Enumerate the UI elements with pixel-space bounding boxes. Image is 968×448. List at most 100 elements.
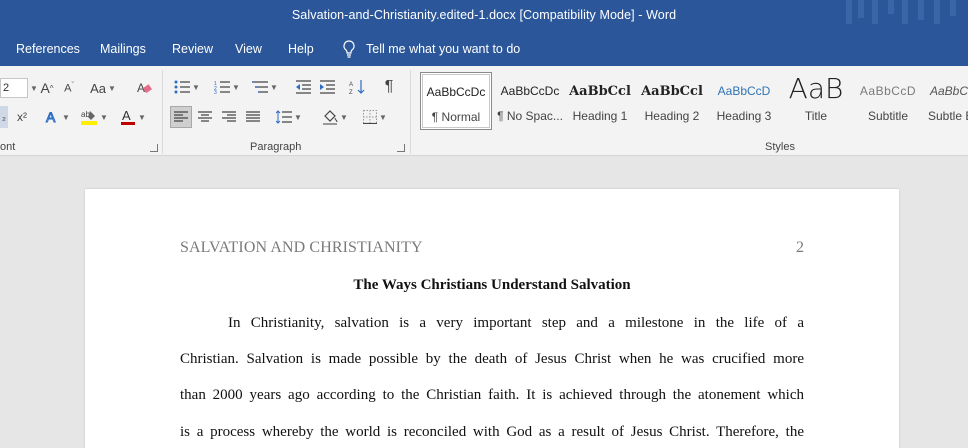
style-name: Subtle E bbox=[928, 109, 968, 123]
multilevel-list-icon bbox=[252, 81, 269, 93]
align-center-icon bbox=[198, 111, 212, 122]
style-sample: AaBbCcl bbox=[569, 84, 631, 99]
align-left-icon bbox=[174, 111, 188, 122]
svg-text:A: A bbox=[122, 108, 131, 123]
style-sample: AaBbC bbox=[930, 84, 968, 98]
style-sample: AaB bbox=[788, 72, 844, 105]
paragraph-line: In Christianity, salvation is a very imp… bbox=[228, 315, 804, 331]
ribbon-separator bbox=[162, 70, 163, 154]
paragraph-line: than 2000 years ago according to the Chr… bbox=[180, 387, 804, 403]
paint-bucket-icon bbox=[323, 110, 338, 125]
paragraph-line: Christian. Salvation is made possible by… bbox=[180, 351, 804, 367]
tab-references[interactable]: References bbox=[16, 42, 80, 56]
tab-help[interactable]: Help bbox=[288, 42, 314, 56]
style-sample: AaBbCcDc bbox=[426, 85, 486, 99]
borders-icon bbox=[363, 110, 378, 124]
subscript-icon: ₂ bbox=[2, 111, 6, 123]
style-name: Heading 3 bbox=[716, 109, 772, 123]
increase-indent-button[interactable] bbox=[316, 76, 338, 98]
style-title[interactable]: AaB Title bbox=[780, 72, 852, 130]
style-sample: AaBbCcD bbox=[859, 84, 917, 98]
style-heading-2[interactable]: AaBbCcl Heading 2 bbox=[636, 72, 708, 130]
line-spacing-icon bbox=[276, 110, 293, 124]
menu-bar: References Mailings Review View Help Tel… bbox=[0, 32, 968, 66]
bullets-button[interactable]: ▼ bbox=[170, 76, 204, 98]
superscript-icon: x² bbox=[17, 110, 27, 124]
numbering-button[interactable]: 1 2 3 ▼ bbox=[210, 76, 244, 98]
lightbulb-icon bbox=[343, 40, 355, 58]
clear-formatting-button[interactable]: A bbox=[133, 78, 155, 98]
paragraph-line: is a process whereby the world is reconc… bbox=[180, 424, 804, 440]
highlight-button[interactable]: ab ▼ bbox=[78, 106, 110, 128]
line-spacing-button[interactable]: ▼ bbox=[272, 106, 306, 128]
subscript-button[interactable]: ₂ bbox=[0, 106, 8, 128]
styles-group-label: Styles bbox=[765, 141, 795, 153]
style-normal[interactable]: AaBbCcDc ¶ Normal bbox=[420, 72, 492, 130]
tell-me-search[interactable]: Tell me what you want to do bbox=[342, 40, 520, 58]
style-heading-3[interactable]: AaBbCcD Heading 3 bbox=[708, 72, 780, 130]
shading-button[interactable]: ▼ bbox=[318, 106, 352, 128]
text-effects-icon: A bbox=[46, 109, 57, 125]
decrease-indent-button[interactable] bbox=[292, 76, 314, 98]
style-sample: AaBbCcDc bbox=[500, 84, 560, 98]
align-left-button[interactable] bbox=[170, 106, 192, 128]
ribbon: 2 ▼ A^ Aˇ Aa▼ A ₂ x² A ▼ ab ▼ A ▼ ont bbox=[0, 66, 968, 156]
window-title: Salvation-and-Christianity.edited-1.docx… bbox=[291, 8, 677, 22]
increase-indent-icon bbox=[320, 80, 335, 94]
shrink-font-button[interactable]: Aˇ bbox=[58, 78, 80, 98]
page-number: 2 bbox=[796, 239, 804, 256]
font-color-button[interactable]: A ▼ bbox=[116, 106, 150, 128]
style-subtitle[interactable]: AaBbCcD Subtitle bbox=[852, 72, 924, 130]
style-no-spacing[interactable]: AaBbCcDc ¶ No Spac... bbox=[494, 72, 566, 130]
borders-button[interactable]: ▼ bbox=[358, 106, 392, 128]
style-subtle-emphasis[interactable]: AaBbC Subtle E bbox=[924, 72, 968, 130]
style-heading-1[interactable]: AaBbCcl Heading 1 bbox=[564, 72, 636, 130]
tab-review[interactable]: Review bbox=[172, 42, 213, 56]
style-name: Heading 2 bbox=[644, 109, 700, 123]
svg-text:A: A bbox=[46, 109, 56, 125]
font-dialog-launcher[interactable] bbox=[150, 144, 158, 152]
font-size-box[interactable]: 2 bbox=[0, 78, 28, 98]
paragraph-dialog-launcher[interactable] bbox=[397, 144, 405, 152]
shrink-font-icon: Aˇ bbox=[64, 81, 74, 95]
grow-font-icon: A bbox=[40, 80, 50, 96]
tell-me-text: Tell me what you want to do bbox=[366, 42, 521, 56]
show-formatting-marks-button[interactable]: ¶ bbox=[378, 76, 400, 98]
font-color-icon: A bbox=[121, 108, 136, 125]
style-name: Heading 1 bbox=[572, 109, 628, 123]
align-right-button[interactable] bbox=[218, 106, 240, 128]
tab-view[interactable]: View bbox=[235, 42, 262, 56]
justify-button[interactable] bbox=[242, 106, 264, 128]
text-effects-button[interactable]: A ▼ bbox=[42, 106, 72, 128]
styles-gallery: AaBbCcDc ¶ Normal AaBbCcDc ¶ No Spac... … bbox=[418, 72, 968, 134]
sort-icon: A Z bbox=[349, 80, 365, 95]
clear-formatting-icon: A bbox=[137, 81, 152, 95]
tab-mailings[interactable]: Mailings bbox=[100, 42, 146, 56]
bullets-icon bbox=[174, 80, 191, 94]
sort-button[interactable]: A Z bbox=[346, 76, 368, 98]
svg-text:A: A bbox=[349, 82, 353, 88]
align-center-button[interactable] bbox=[194, 106, 216, 128]
numbering-icon: 1 2 3 bbox=[214, 81, 231, 94]
title-bar-decoration bbox=[838, 0, 968, 32]
style-sample: AaBbCcD bbox=[717, 84, 771, 98]
ribbon-separator bbox=[410, 70, 411, 154]
change-case-button[interactable]: Aa ▼ bbox=[87, 78, 119, 98]
style-sample: AaBbCcl bbox=[641, 84, 703, 99]
superscript-button[interactable]: x² bbox=[12, 106, 32, 128]
multilevel-list-button[interactable]: ▼ bbox=[248, 76, 282, 98]
document-page[interactable]: SALVATION AND CHRISTIANITY 2 The Ways Ch… bbox=[85, 189, 899, 448]
style-name: ¶ No Spac... bbox=[497, 109, 563, 123]
grow-font-button[interactable]: A ^ bbox=[36, 78, 58, 98]
justify-icon bbox=[246, 111, 260, 122]
paragraph-group-label: Paragraph bbox=[250, 141, 302, 153]
document-title: The Ways Christians Understand Salvation bbox=[353, 277, 631, 293]
running-head: SALVATION AND CHRISTIANITY bbox=[180, 239, 423, 256]
svg-text:Z: Z bbox=[349, 90, 353, 95]
title-bar: Salvation-and-Christianity.edited-1.docx… bbox=[0, 0, 968, 32]
svg-text:3: 3 bbox=[214, 90, 217, 94]
decrease-indent-icon bbox=[296, 80, 311, 94]
change-case-icon: Aa bbox=[90, 80, 106, 96]
pilcrow-icon: ¶ bbox=[384, 78, 394, 95]
style-name: ¶ Normal bbox=[431, 110, 481, 124]
